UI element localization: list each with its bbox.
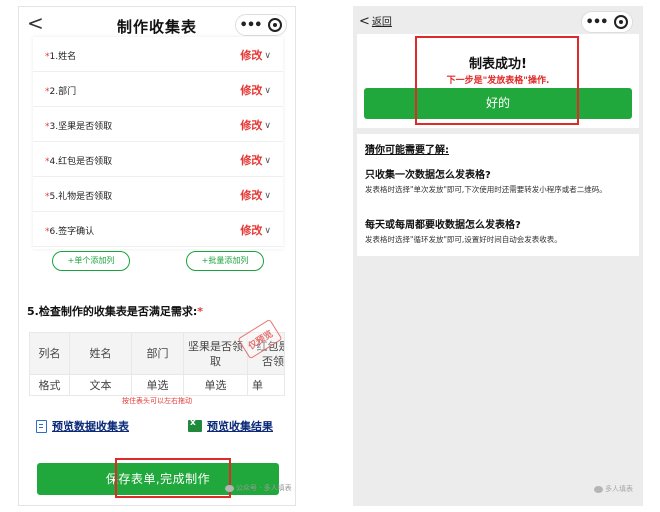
close-target-icon[interactable]	[268, 18, 283, 32]
left-phone-screen: < 制作收集表 ••• *1.姓名 修改 ∨ *2.部门 修改 ∨ *3.坚果是否领…	[18, 6, 296, 506]
table-cell: 单选	[132, 375, 184, 395]
field-row: *4.红包是否领取 修改 ∨	[33, 142, 283, 177]
field-label: *1.姓名	[45, 52, 77, 62]
table-cell: 单选	[184, 375, 248, 395]
field-label: *6.签字确认	[45, 227, 95, 237]
watermark: 公众号 · 多人填表	[225, 483, 292, 493]
table-cell: 格式	[30, 375, 70, 395]
faq-answer: 发表格时选择"循环发放"即可,设置好时间自动会发表收表。	[365, 235, 562, 244]
check-section-title: 5.检查制作的收集表是否满足需求:*	[27, 305, 203, 318]
spreadsheet-icon	[188, 418, 202, 432]
field-label: *4.红包是否领取	[45, 157, 113, 167]
more-icon[interactable]: •••	[240, 18, 263, 33]
table-header-cell[interactable]: 列名	[30, 333, 70, 374]
faq-intro[interactable]: 猜你可能需要了解:	[365, 141, 449, 156]
field-edit-button[interactable]: 修改 ∨	[240, 152, 271, 168]
field-edit-button[interactable]: 修改 ∨	[240, 82, 271, 98]
table-row: 格式 文本 单选 单选 单	[30, 375, 284, 395]
drag-hint-text: 按住表头可以左右拖动	[122, 397, 192, 405]
faq-question: 每天或每周都要收数据怎么发表格?	[365, 220, 521, 231]
field-list: *1.姓名 修改 ∨ *2.部门 修改 ∨ *3.坚果是否领取 修改 ∨ *4.红包是…	[33, 37, 283, 249]
field-label: *2.部门	[45, 87, 77, 97]
preview-data-link[interactable]: 预览数据收集表	[36, 418, 129, 434]
field-row: *5.礼物是否领取 修改 ∨	[33, 177, 283, 212]
mini-program-capsule: •••	[235, 14, 287, 36]
table-cell: 单	[252, 379, 263, 392]
field-row: *6.签字确认 修改 ∨	[33, 212, 283, 247]
table-cell: 文本	[70, 375, 132, 395]
next-step-hint: 下一步是"发放表格"操作.	[446, 76, 550, 86]
chevron-down-icon: ∨	[264, 156, 271, 166]
field-row: *2.部门 修改 ∨	[33, 72, 283, 107]
field-edit-button[interactable]: 修改 ∨	[240, 47, 271, 63]
back-link[interactable]: < 返回	[359, 13, 392, 29]
document-icon	[36, 419, 47, 433]
field-edit-button[interactable]: 修改 ∨	[240, 187, 271, 203]
back-chevron-icon: <	[359, 14, 370, 29]
field-edit-button[interactable]: 修改 ∨	[240, 222, 271, 238]
faq-question: 只收集一次数据怎么发表格?	[365, 170, 491, 181]
ok-button[interactable]: 好的	[364, 88, 632, 119]
table-header-cell[interactable]: 姓名	[70, 333, 132, 374]
faq-answer: 发表格时选择"单次发放"即可,下次使用时还需要转发小程序或者二维码。	[365, 185, 607, 194]
nav-bar: < 制作收集表 •••	[19, 7, 295, 41]
success-title: 制表成功!	[469, 57, 527, 72]
table-header-cell[interactable]: 部门	[132, 333, 184, 374]
chevron-down-icon: ∨	[264, 121, 271, 131]
nav-bar: < 返回 •••	[353, 6, 643, 36]
field-edit-button[interactable]: 修改 ∨	[240, 117, 271, 133]
chevron-down-icon: ∨	[264, 86, 271, 96]
chevron-down-icon: ∨	[264, 191, 271, 201]
chevron-down-icon: ∨	[264, 51, 271, 61]
field-row: *1.姓名 修改 ∨	[33, 37, 283, 72]
faq-section: 猜你可能需要了解: 只收集一次数据怎么发表格? 发表格时选择"单次发放"即可,下…	[357, 134, 639, 256]
watermark: 多人填表	[594, 484, 633, 494]
chevron-down-icon: ∨	[264, 226, 271, 236]
field-label: *3.坚果是否领取	[45, 122, 113, 132]
right-phone-screen: < 返回 ••• 制表成功! 下一步是"发放表格"操作. 好的 猜你可能需要了解:…	[353, 6, 643, 506]
preview-result-link[interactable]: 预览收集结果	[188, 418, 273, 434]
close-target-icon[interactable]	[614, 15, 629, 29]
wechat-logo-icon	[594, 485, 603, 493]
wechat-logo-icon	[225, 484, 234, 492]
mini-program-capsule: •••	[581, 11, 633, 33]
field-row: *3.坚果是否领取 修改 ∨	[33, 107, 283, 142]
add-single-column-button[interactable]: +单个添加列	[52, 251, 130, 271]
success-dialog: 制表成功! 下一步是"发放表格"操作. 好的	[357, 34, 639, 128]
add-batch-columns-button[interactable]: +批量添加列	[186, 251, 264, 271]
more-icon[interactable]: •••	[586, 15, 609, 30]
field-label: *5.礼物是否领取	[45, 192, 113, 202]
